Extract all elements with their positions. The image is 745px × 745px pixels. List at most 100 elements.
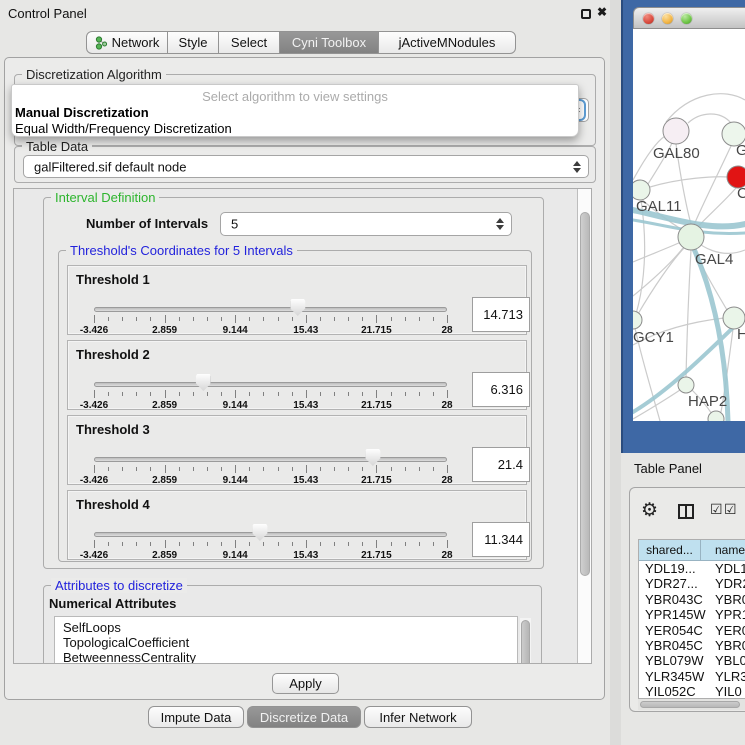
popup-option-equal-width[interactable]: Equal Width/Frequency Discretization bbox=[15, 121, 232, 136]
threshold-slider: -3.4262.8599.14415.4321.71528 bbox=[94, 379, 447, 411]
scrollbar-thumb[interactable] bbox=[640, 701, 740, 708]
node-label: GAL4 bbox=[695, 251, 733, 268]
node-gal80[interactable] bbox=[663, 118, 689, 144]
threshold-label: Threshold 4 bbox=[76, 497, 150, 512]
node-gcy1[interactable] bbox=[633, 311, 642, 329]
checkbox-icon[interactable]: ☑ bbox=[724, 501, 737, 518]
table-row[interactable]: YBL079WYBL0 bbox=[639, 653, 745, 668]
zoom-traffic-light[interactable] bbox=[681, 13, 692, 24]
table-header: shared... name bbox=[639, 540, 745, 561]
tab-label: Network bbox=[112, 35, 160, 50]
float-window-icon[interactable] bbox=[581, 9, 591, 19]
threshold-value-field[interactable]: 6.316 bbox=[472, 372, 530, 407]
num-intervals-combobox[interactable]: 5 bbox=[220, 212, 512, 236]
column-header-name[interactable]: name bbox=[701, 540, 745, 560]
threshold-label: Threshold 2 bbox=[76, 347, 150, 362]
table-row[interactable]: YDR27...YDR2 bbox=[639, 576, 745, 591]
threshold-value-field[interactable]: 21.4 bbox=[472, 447, 530, 482]
slider-track[interactable] bbox=[94, 382, 447, 387]
cell: YBR045C bbox=[639, 638, 710, 653]
table-row[interactable]: YBR045CYBR0 bbox=[639, 638, 745, 653]
horizontal-scrollbar[interactable] bbox=[638, 699, 745, 710]
tab-label: Select bbox=[231, 35, 267, 50]
node-hap2[interactable] bbox=[678, 377, 694, 393]
threshold-value-field[interactable]: 11.344 bbox=[472, 522, 530, 557]
cell: YBL0 bbox=[710, 653, 745, 668]
tab-label: Impute Data bbox=[161, 710, 232, 725]
attributes-group-title: Attributes to discretize bbox=[51, 578, 187, 593]
table-row[interactable]: YPR145WYPR1 bbox=[639, 607, 745, 622]
tab-infer-network[interactable]: Infer Network bbox=[364, 706, 472, 728]
node-gal4[interactable] bbox=[678, 224, 704, 250]
slider-track[interactable] bbox=[94, 307, 447, 312]
table-panel-box: ⚙ ☑ ☑ shared... name YDL19...YDL1 YDR27.… bbox=[629, 487, 745, 712]
list-item[interactable]: SelfLoops bbox=[55, 620, 517, 635]
threshold-row-1: Threshold 1 -3.4262.8599.14415.4321.7152… bbox=[67, 265, 527, 335]
cell: YBL079W bbox=[639, 653, 710, 668]
cell: YDR2 bbox=[710, 576, 745, 591]
tab-jactivemnodules[interactable]: jActiveMNodules bbox=[378, 31, 516, 54]
table-data-combobox[interactable]: galFiltered.sif default node bbox=[23, 155, 589, 178]
algorithm-dropdown-popup: Select algorithm to view settings Manual… bbox=[11, 84, 579, 137]
network-icon bbox=[95, 36, 108, 50]
node-gal11[interactable] bbox=[633, 180, 650, 200]
threshold-label: Threshold 3 bbox=[76, 422, 150, 437]
apply-button[interactable]: Apply bbox=[272, 673, 339, 694]
minimize-traffic-light[interactable] bbox=[662, 13, 673, 24]
tab-style[interactable]: Style bbox=[167, 31, 219, 54]
list-scrollbar[interactable] bbox=[520, 618, 531, 664]
cell: YBR0 bbox=[710, 638, 745, 653]
popup-option-manual[interactable]: Manual Discretization bbox=[15, 105, 149, 120]
tab-label: Discretize Data bbox=[260, 710, 348, 725]
scrollbar-thumb[interactable] bbox=[580, 212, 590, 576]
attributes-list: SelfLoops TopologicalCoefficient Between… bbox=[54, 616, 518, 664]
threshold-value-field[interactable]: 14.713 bbox=[472, 297, 530, 332]
main-scrollbar[interactable] bbox=[577, 189, 592, 664]
slider-track[interactable] bbox=[94, 457, 447, 462]
table-row[interactable]: YLR345WYLR3 bbox=[639, 669, 745, 684]
slider-track[interactable] bbox=[94, 532, 447, 537]
list-item[interactable]: TopologicalCoefficient bbox=[55, 635, 517, 650]
table-data-group: Table Data galFiltered.sif default node bbox=[14, 146, 596, 183]
slider-thumb[interactable] bbox=[365, 449, 380, 466]
column-header-shared-name[interactable]: shared... bbox=[639, 540, 701, 560]
slider-thumb[interactable] bbox=[252, 524, 267, 541]
node-label: GCY1 bbox=[633, 329, 674, 346]
tab-select[interactable]: Select bbox=[218, 31, 280, 54]
thresholds-group: Threshold's Coordinates for 5 Intervals … bbox=[58, 250, 532, 562]
cell: YPR1 bbox=[710, 607, 745, 622]
table-row[interactable]: YIL052CYIL0 bbox=[639, 684, 745, 699]
algorithm-group-title: Discretization Algorithm bbox=[22, 67, 166, 82]
slider-thumb[interactable] bbox=[290, 299, 305, 316]
slider-tick-labels: -3.4262.8599.14415.4321.71528 bbox=[94, 550, 447, 562]
cell: YLR345W bbox=[639, 669, 710, 684]
table-row[interactable]: YER054CYER0 bbox=[639, 623, 745, 638]
table-data-title: Table Data bbox=[22, 139, 92, 154]
tab-cyni-toolbox[interactable]: Cyni Toolbox bbox=[279, 31, 379, 54]
network-canvas[interactable]: GAL80 GA C GAL11 GAL4 GCY1 H HAP2 bbox=[633, 29, 745, 421]
settings-viewport: Interval Definition Number of Intervals … bbox=[13, 188, 592, 664]
gear-icon[interactable]: ⚙ bbox=[641, 499, 658, 522]
close-traffic-light[interactable] bbox=[643, 13, 654, 24]
cell: YPR145W bbox=[639, 607, 710, 622]
slider-ticks bbox=[94, 465, 447, 473]
slider-tick-labels: -3.4262.8599.14415.4321.71528 bbox=[94, 325, 447, 337]
popup-hint: Select algorithm to view settings bbox=[12, 89, 578, 104]
tab-network[interactable]: Network bbox=[86, 31, 168, 54]
slider-thumb[interactable] bbox=[196, 374, 211, 391]
tab-impute-data[interactable]: Impute Data bbox=[148, 706, 244, 728]
table-row[interactable]: YBR043CYBR0 bbox=[639, 592, 745, 607]
tab-discretize-data[interactable]: Discretize Data bbox=[247, 706, 361, 728]
cell: YDL1 bbox=[710, 561, 745, 576]
num-intervals-value: 5 bbox=[231, 217, 238, 232]
cell: YLR3 bbox=[710, 669, 745, 684]
table-row[interactable]: YDL19...YDL1 bbox=[639, 561, 745, 576]
network-window-titlebar[interactable] bbox=[633, 7, 745, 29]
close-icon[interactable]: ✖ bbox=[597, 5, 607, 19]
tab-label: Style bbox=[179, 35, 208, 50]
split-columns-icon[interactable] bbox=[678, 504, 694, 519]
checkbox-icon[interactable]: ☑ bbox=[710, 501, 723, 518]
screen: Control Panel ✖ Network Style Select Cyn… bbox=[0, 0, 745, 745]
threshold-row-4: Threshold 4 -3.4262.8599.14415.4321.7152… bbox=[67, 490, 527, 560]
list-item[interactable]: BetweennessCentrality bbox=[55, 650, 517, 664]
